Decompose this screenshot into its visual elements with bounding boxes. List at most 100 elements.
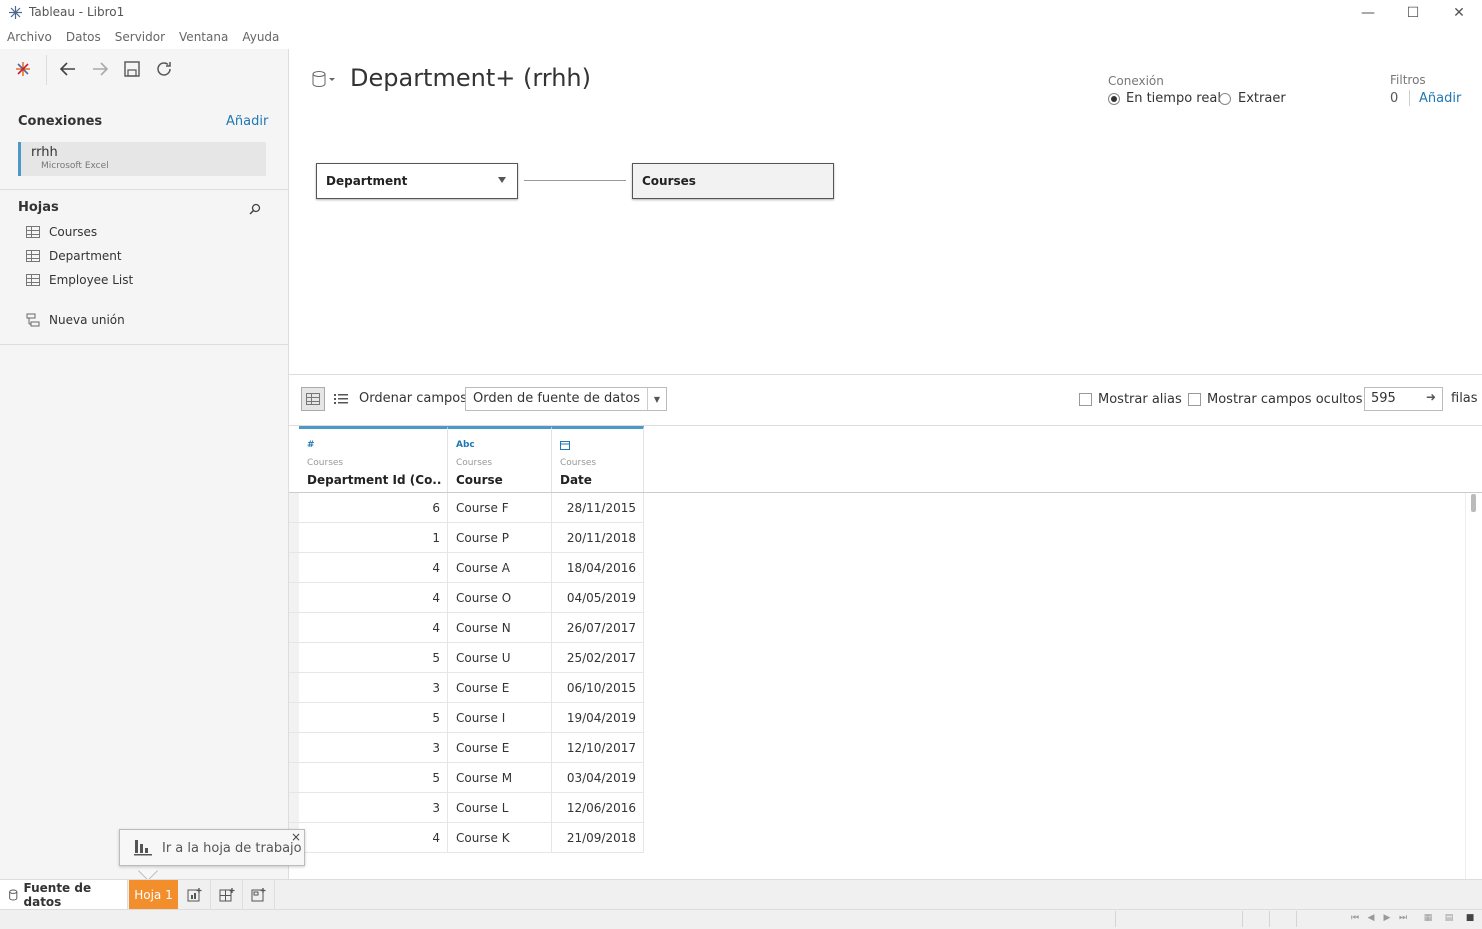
tab-sheet-1[interactable]: Hoja 1 xyxy=(129,880,178,909)
cell-date: 12/10/2017 xyxy=(552,733,644,763)
table-icon xyxy=(26,250,40,262)
datasource-menu-icon[interactable] xyxy=(311,70,337,88)
menu-archivo[interactable]: Archivo xyxy=(0,30,59,48)
window-title: Tableau - Libro1 xyxy=(29,5,125,19)
scrollbar-thumb[interactable] xyxy=(1471,494,1476,512)
cell-date: 18/04/2016 xyxy=(552,553,644,583)
table-department[interactable]: Department xyxy=(316,163,518,199)
grid-view-button[interactable] xyxy=(301,387,325,411)
last-sheet-icon[interactable]: ⏭ xyxy=(1396,911,1410,925)
list-view-button[interactable] xyxy=(331,389,351,409)
status-divider xyxy=(1115,911,1116,927)
cell-date: 28/11/2015 xyxy=(552,493,644,523)
go-arrow-icon[interactable]: ➜ xyxy=(1426,390,1436,404)
list-icon xyxy=(334,394,348,404)
search-icon[interactable] xyxy=(248,202,262,216)
chevron-down-icon[interactable]: ▼ xyxy=(647,388,666,410)
cell-course: Course E xyxy=(448,733,552,763)
toolbar-separator xyxy=(46,55,47,85)
sheet-label: Employee List xyxy=(49,273,134,287)
divider xyxy=(289,374,1482,375)
union-icon xyxy=(26,313,40,327)
menu-ventana[interactable]: Ventana xyxy=(172,30,235,48)
first-sheet-icon[interactable]: ⏮ xyxy=(1348,911,1362,925)
sheet-label: Department xyxy=(49,249,122,263)
new-union-item[interactable]: Nueva unión xyxy=(26,310,125,330)
tab-data-source[interactable]: Fuente de datos xyxy=(0,880,128,909)
row-marker xyxy=(289,763,299,793)
column-header-date[interactable]: Courses Date xyxy=(552,426,644,492)
row-marker xyxy=(289,493,299,523)
connection-label: Conexión xyxy=(1108,74,1164,88)
sheet-item-department[interactable]: Department xyxy=(26,246,122,266)
filmstrip-icon[interactable]: ▤ xyxy=(1442,911,1456,925)
sheet-item-employee-list[interactable]: Employee List xyxy=(26,270,133,290)
vertical-scrollbar[interactable] xyxy=(1465,493,1482,879)
datasource-title[interactable]: Department+ (rrhh) xyxy=(350,64,591,92)
close-window-button[interactable]: ✕ xyxy=(1436,0,1482,26)
cell-course: Course E xyxy=(448,673,552,703)
row-marker xyxy=(289,793,299,823)
tab-label: Fuente de datos xyxy=(23,880,92,909)
menu-servidor[interactable]: Servidor xyxy=(108,30,172,48)
cell-date: 20/11/2018 xyxy=(552,523,644,553)
grid-icon xyxy=(306,393,320,405)
refresh-icon[interactable] xyxy=(154,59,174,79)
filters-label: Filtros xyxy=(1390,73,1426,87)
sort-fields-select[interactable]: Orden de fuente de datos xyxy=(465,387,667,411)
column-header-course[interactable]: Abc Courses Course xyxy=(448,426,552,492)
cell-department-id: 5 xyxy=(299,763,448,793)
cell-date: 19/04/2019 xyxy=(552,703,644,733)
add-connection-link[interactable]: Añadir xyxy=(226,114,268,129)
new-worksheet-button[interactable] xyxy=(179,880,211,909)
close-icon[interactable]: × xyxy=(291,830,301,844)
sheet-item-courses[interactable]: Courses xyxy=(26,222,97,242)
row-marker xyxy=(289,643,299,673)
cell-department-id: 4 xyxy=(299,613,448,643)
cell-department-id: 6 xyxy=(299,493,448,523)
tableau-home-icon[interactable] xyxy=(13,59,33,79)
menu-datos[interactable]: Datos xyxy=(59,30,108,48)
tabs-view-icon[interactable]: ■ xyxy=(1463,911,1477,925)
row-marker xyxy=(289,523,299,553)
forward-arrow-icon[interactable] xyxy=(90,59,110,79)
radio-extract[interactable]: Extraer xyxy=(1219,91,1286,106)
back-arrow-icon[interactable] xyxy=(58,59,78,79)
next-sheet-icon[interactable]: ▶ xyxy=(1380,911,1394,925)
new-story-icon xyxy=(251,887,265,901)
status-divider xyxy=(1296,911,1297,927)
show-hidden-fields-checkbox[interactable]: Mostrar campos ocultos xyxy=(1188,392,1363,407)
new-dashboard-icon xyxy=(219,887,234,901)
cell-date: 26/07/2017 xyxy=(552,613,644,643)
join-connector[interactable] xyxy=(524,180,626,181)
minimize-button[interactable]: — xyxy=(1345,0,1391,26)
column-header-department-id[interactable]: # Courses Department Id (Co... xyxy=(299,426,448,492)
cell-course: Course M xyxy=(448,763,552,793)
table-courses[interactable]: Courses xyxy=(632,163,834,199)
add-filter-link[interactable]: Añadir xyxy=(1419,91,1461,106)
show-alias-label: Mostrar alias xyxy=(1098,392,1182,407)
new-dashboard-button[interactable] xyxy=(211,880,243,909)
number-type-icon[interactable]: # xyxy=(307,440,315,450)
new-story-button[interactable] xyxy=(243,880,275,909)
previous-sheet-icon[interactable]: ◀ xyxy=(1364,911,1378,925)
calendar-icon[interactable] xyxy=(560,440,570,453)
maximize-button[interactable]: ☐ xyxy=(1390,0,1436,26)
cell-date: 25/02/2017 xyxy=(552,643,644,673)
row-marker xyxy=(289,733,299,763)
tooltip-text: Ir a la hoja de trabajo xyxy=(162,841,302,856)
menu-bar: Archivo Datos Servidor Ventana Ayuda xyxy=(0,30,286,48)
string-type-icon[interactable]: Abc xyxy=(456,440,475,450)
column-name: Department Id (Co... xyxy=(307,473,442,487)
column-source: Courses xyxy=(307,458,344,468)
radio-live[interactable]: En tiempo real xyxy=(1108,91,1221,106)
row-marker xyxy=(289,583,299,613)
cell-date: 04/05/2019 xyxy=(552,583,644,613)
save-icon[interactable] xyxy=(122,59,142,79)
show-alias-checkbox[interactable]: Mostrar alias xyxy=(1079,392,1182,407)
menu-ayuda[interactable]: Ayuda xyxy=(235,30,286,48)
sheet-sorter-icon[interactable]: ▦ xyxy=(1421,911,1435,925)
show-hidden-label: Mostrar campos ocultos xyxy=(1207,392,1363,407)
dropdown-arrow-icon[interactable] xyxy=(497,176,507,184)
sort-fields-label: Ordenar campos xyxy=(359,391,468,406)
